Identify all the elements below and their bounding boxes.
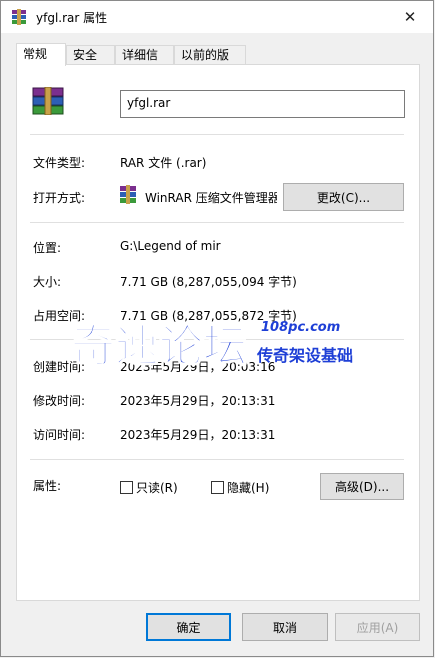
accessed-value: 2023年5月29日，20:13:31 (120, 428, 276, 442)
separator (30, 339, 404, 340)
modified-value: 2023年5月29日，20:13:31 (120, 394, 276, 408)
file-type-value: RAR 文件 (.rar) (120, 156, 207, 170)
ok-button[interactable]: 确定 (146, 613, 231, 641)
winrar-archive-icon (12, 9, 26, 25)
size-value: 7.71 GB (8,287,055,094 字节) (120, 275, 297, 289)
readonly-checkbox[interactable] (120, 481, 133, 494)
location-value: G:\Legend of mir (120, 239, 221, 253)
cancel-button[interactable]: 取消 (242, 613, 328, 641)
advanced-button[interactable]: 高级(D)... (320, 473, 404, 500)
tab-details[interactable]: 详细信息 (115, 45, 174, 80)
attributes-label: 属性: (33, 479, 62, 493)
change-button[interactable]: 更改(C)... (283, 183, 404, 211)
file-type-label: 文件类型: (33, 156, 86, 170)
title-bar: yfgl.rar 属性 ✕ (1, 1, 433, 33)
opens-with-label: 打开方式: (33, 191, 86, 205)
accessed-label: 访问时间: (33, 428, 86, 442)
separator (30, 222, 404, 223)
modified-label: 修改时间: (33, 394, 86, 408)
tab-general[interactable]: 常规 (16, 43, 66, 66)
close-button[interactable]: ✕ (387, 1, 433, 33)
properties-window: yfgl.rar 属性 ✕ 常规 安全 详细信息 以前的版本 yfgl.rar … (0, 0, 434, 657)
location-label: 位置: (33, 241, 62, 255)
filename-field[interactable]: yfgl.rar (120, 90, 405, 118)
close-icon: ✕ (403, 8, 417, 26)
size-on-disk-label: 占用空间: (33, 309, 86, 323)
hidden-checkbox[interactable] (211, 481, 224, 494)
rar-file-icon (32, 87, 64, 115)
size-label: 大小: (33, 275, 62, 289)
tab-security[interactable]: 安全 (66, 45, 115, 65)
created-label: 创建时间: (33, 360, 86, 374)
tab-previous-versions[interactable]: 以前的版本 (174, 45, 246, 80)
opens-with-value: WinRAR 压缩文件管理器 (145, 191, 277, 205)
created-value: 2023年5月29日，20:03:16 (120, 360, 276, 374)
separator (30, 459, 404, 460)
apply-button[interactable]: 应用(A) (335, 613, 420, 641)
general-panel: yfgl.rar 文件类型: RAR 文件 (.rar) 打开方式: WinRA… (16, 64, 420, 601)
separator (30, 134, 404, 135)
size-on-disk-value: 7.71 GB (8,287,055,872 字节) (120, 309, 297, 323)
winrar-app-icon (120, 185, 136, 204)
hidden-label[interactable]: 隐藏(H) (227, 479, 269, 496)
readonly-label[interactable]: 只读(R) (136, 479, 178, 496)
window-title: yfgl.rar 属性 (36, 11, 108, 25)
